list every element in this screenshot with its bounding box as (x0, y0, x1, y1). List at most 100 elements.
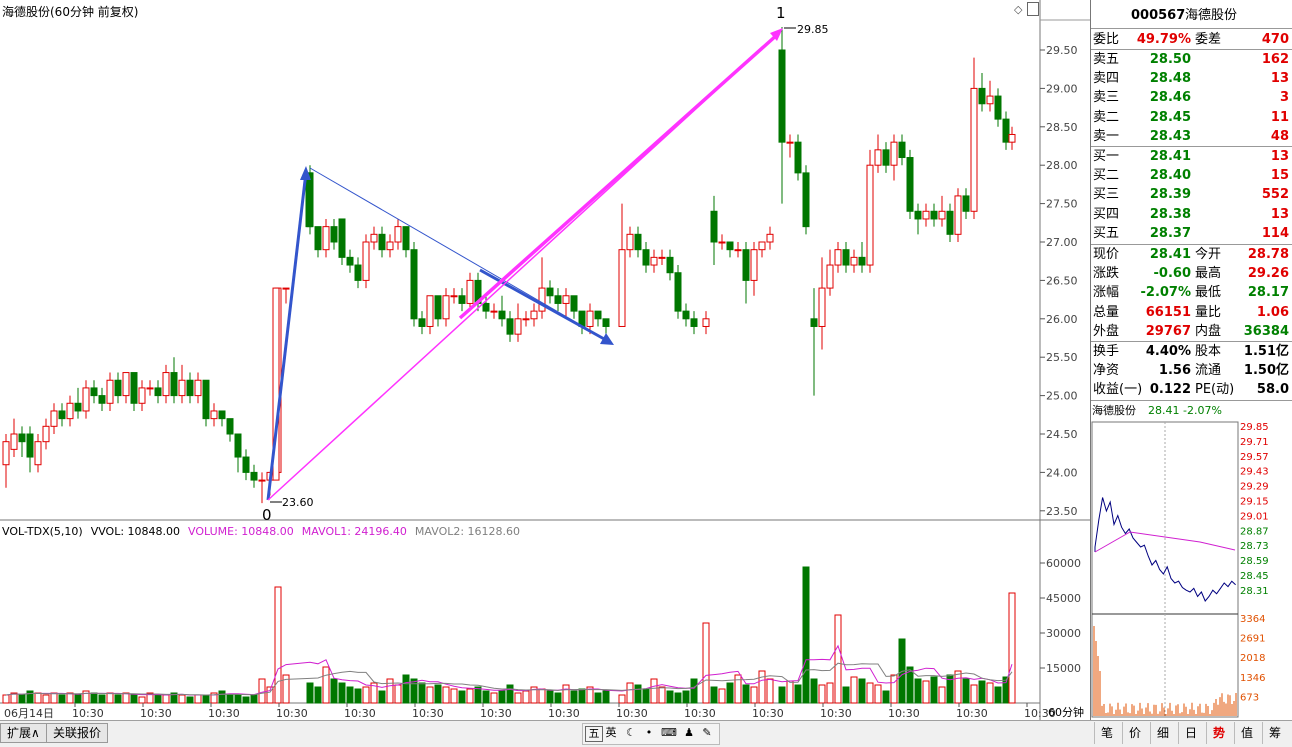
kline-chart[interactable]: 29.50 29.00 28.50 28.00 27.50 27.00 26.50 26.00… (0, 0, 1090, 522)
buy-price: 28.41 (1149, 149, 1191, 164)
candle-body (618, 249, 626, 327)
candle-body (594, 310, 602, 320)
volume-bar (874, 684, 882, 704)
price-tick-label: 23.50 (1046, 505, 1078, 518)
volume-bar (418, 682, 426, 704)
volume-bar (682, 690, 690, 704)
sell-level-row[interactable]: 卖三 28.46 3 (1091, 88, 1292, 107)
fund-label: 股本 (1195, 344, 1222, 359)
volume-bar (938, 686, 946, 704)
time-tick-label: 10:30 (412, 707, 444, 720)
volume-bar (162, 694, 170, 704)
volume-bar (954, 670, 962, 704)
volume-bar (346, 686, 354, 704)
volume-bar (578, 688, 586, 704)
candle-body (314, 226, 322, 251)
mini-price-change: 28.41 -2.07% (1148, 404, 1222, 417)
buy-level-row[interactable]: 买一 28.41 13 (1091, 147, 1292, 166)
volume-bar (554, 692, 562, 704)
candle-body (482, 302, 490, 312)
sell-level-row[interactable]: 卖一 28.43 48 (1091, 127, 1292, 146)
candle-body (194, 379, 202, 397)
right-tab[interactable]: 细 (1150, 722, 1175, 744)
candle-body (546, 287, 554, 297)
volume-bar (426, 686, 434, 704)
time-tick-label: 10:30 (820, 707, 852, 720)
volume-chart[interactable]: 60000 45000 30000 15000 06月14日 10:30 10:30 10:3… (0, 522, 1090, 720)
fund-row[interactable]: 收益(一) 0.122 PE(动) 58.0 (1091, 380, 1292, 399)
candle-body (810, 318, 818, 327)
right-tab[interactable]: 筹 (1262, 722, 1287, 744)
candle-body (466, 279, 474, 304)
fund-label: 换手 (1093, 344, 1120, 359)
volume-bar (794, 684, 802, 704)
ime-five-icon[interactable]: 五 (585, 726, 603, 742)
stat-row[interactable]: 现价 28.41 今开 28.78 (1091, 245, 1292, 264)
candle-body (750, 249, 758, 281)
keyboard-icon[interactable]: ⌨ (661, 726, 677, 740)
buy-price: 28.40 (1149, 168, 1191, 184)
time-tick-label: 10:30 (208, 707, 240, 720)
stat-row[interactable]: 涨跌 -0.60 最高 29.26 (1091, 264, 1292, 283)
weibi-row[interactable]: 委比 49.79% 委差 470 (1091, 30, 1292, 49)
ime-english-icon[interactable]: 英 (603, 726, 619, 740)
right-tab[interactable]: 势 (1206, 722, 1231, 744)
candle-body (674, 272, 682, 312)
chart-area[interactable]: 海德股份(60分钟 前复权) ◇ 29.50 29.00 28.50 28.00 27.… (0, 0, 1090, 720)
period-label[interactable]: 60分钟 (1042, 706, 1090, 720)
volume-bar (378, 690, 386, 704)
volume-bar (306, 682, 314, 704)
buy-price: 28.38 (1149, 206, 1191, 222)
volume-bar (986, 682, 994, 704)
fund-label: PE(动) (1195, 382, 1235, 398)
buy-level-row[interactable]: 买二 28.40 15 (1091, 166, 1292, 185)
fund-row[interactable]: 换手 4.40% 股本 1.51亿 (1091, 342, 1292, 361)
volume-bar (434, 684, 442, 704)
right-tab[interactable]: 笔 (1094, 722, 1119, 744)
candle-body (34, 441, 42, 466)
volume-bar (546, 690, 554, 704)
candle-body (994, 95, 1002, 120)
volume-bar (734, 674, 742, 704)
candle-body (210, 410, 218, 420)
candle-body (978, 87, 986, 105)
volume-bar (354, 688, 362, 704)
intraday-mini-chart[interactable]: 海德股份 28.41 -2.07% 29.85 29.71 29.57 29.43 29.2… (1090, 402, 1292, 720)
right-tab[interactable]: 日 (1178, 722, 1203, 744)
related-quote-tab[interactable]: 关联报价 (46, 723, 109, 743)
sell-price: 28.43 (1149, 128, 1191, 144)
candle-body (710, 210, 718, 243)
candle-body (362, 241, 370, 281)
buy-volume: 13 (1270, 206, 1289, 222)
stat-row[interactable]: 涨幅 -2.07% 最低 28.17 (1091, 283, 1292, 302)
right-tab[interactable]: 值 (1234, 722, 1259, 744)
candle-body (26, 433, 34, 458)
candle-body (514, 318, 522, 335)
divider (1091, 400, 1292, 401)
dot-icon[interactable]: • (641, 726, 657, 740)
buy-level-row[interactable]: 买三 28.39 552 (1091, 185, 1292, 204)
buy-level-row[interactable]: 买四 28.38 13 (1091, 205, 1292, 224)
buy-level-row[interactable]: 买五 28.37 114 (1091, 224, 1292, 243)
sell-level-row[interactable]: 卖五 28.50 162 (1091, 50, 1292, 69)
volume-bar (90, 692, 98, 704)
volume-bar (394, 684, 402, 704)
expand-tab[interactable]: 扩展∧ (0, 723, 47, 743)
stock-header[interactable]: 000567 海德股份 (1091, 6, 1292, 25)
stat-value: 1.06 (1256, 304, 1289, 320)
candle-body (874, 149, 882, 166)
wrench-icon[interactable]: ✎ (699, 726, 715, 740)
candle-body (226, 418, 234, 435)
stat-row[interactable]: 总量 66151 量比 1.06 (1091, 303, 1292, 322)
fund-row[interactable]: 净资 1.56 流通 1.50亿 (1091, 361, 1292, 380)
user-icon[interactable]: ♟ (681, 726, 697, 740)
candle-body (726, 241, 734, 251)
candle-body (690, 318, 698, 327)
stat-row[interactable]: 外盘 29767 内盘 36384 (1091, 322, 1292, 341)
candle-body (538, 287, 546, 312)
sell-level-row[interactable]: 卖四 28.48 13 (1091, 69, 1292, 88)
right-tab[interactable]: 价 (1122, 722, 1147, 744)
sell-level-row[interactable]: 卖二 28.45 11 (1091, 108, 1292, 127)
mini-price-tick: 29.29 (1240, 482, 1269, 493)
moon-icon[interactable]: ☾ (623, 726, 639, 740)
